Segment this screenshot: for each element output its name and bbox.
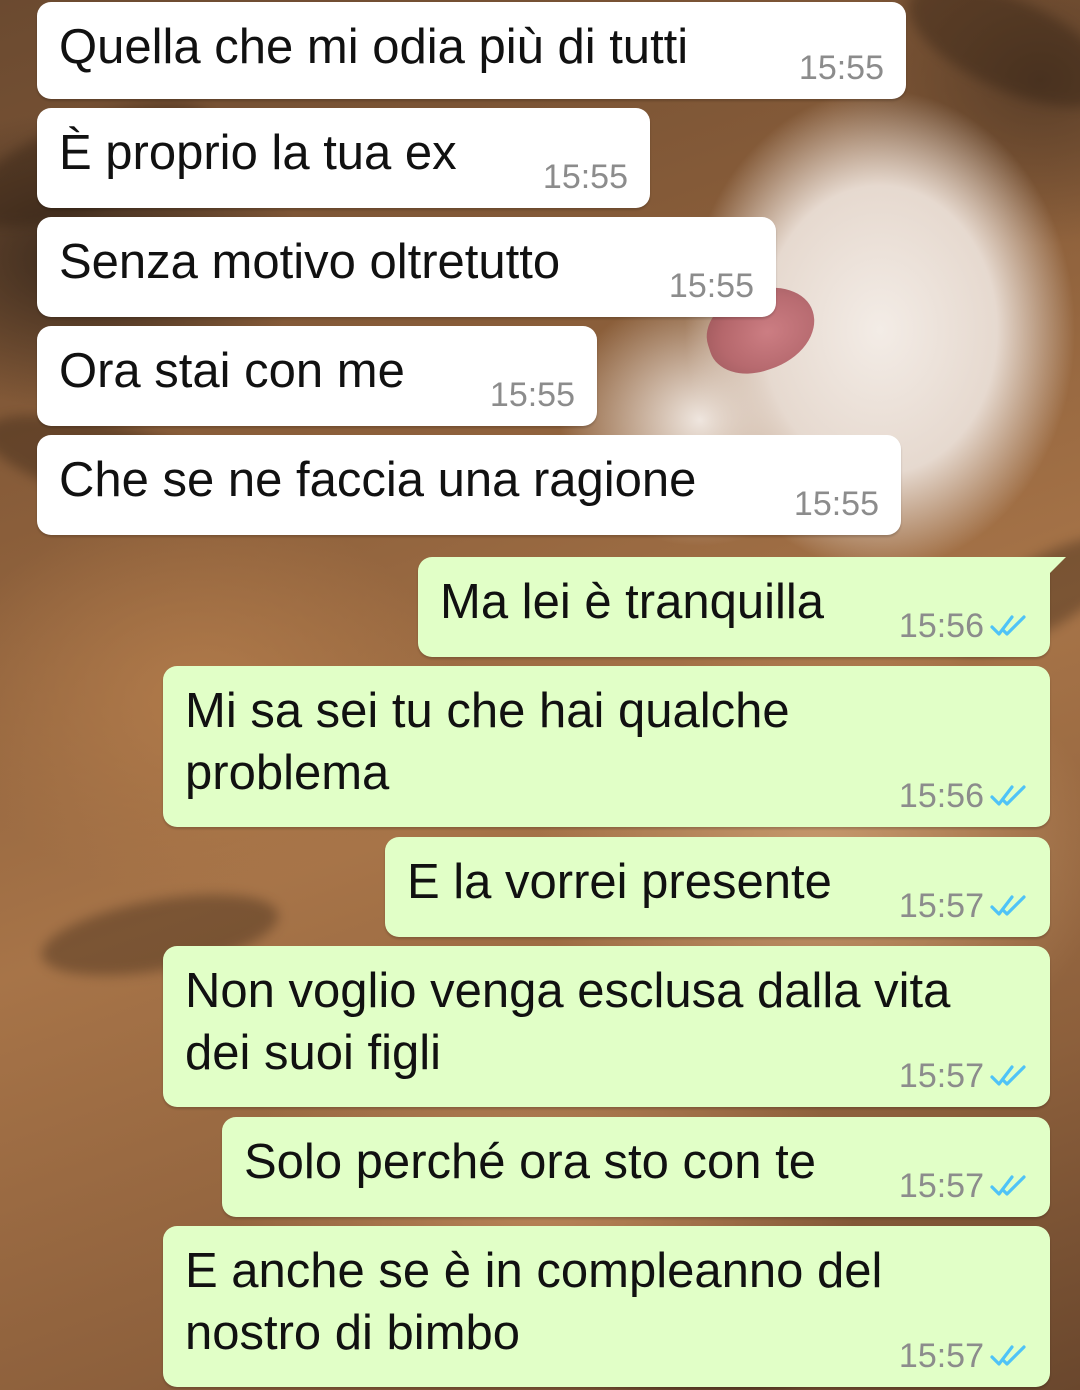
message-bubble-outgoing[interactable]: Ma lei è tranquilla 15:56 bbox=[418, 557, 1066, 657]
message-meta: 15:55 bbox=[490, 378, 575, 412]
message-text-line1: E anche se è in compleanno del bbox=[185, 1244, 883, 1298]
double-check-icon bbox=[990, 1065, 1026, 1086]
message-time: 15:57 bbox=[898, 887, 984, 925]
message-text-line1: Mi sa sei tu che hai qualche bbox=[185, 684, 790, 738]
message-meta: 15:56 bbox=[899, 609, 1028, 643]
message-text-line1: Non voglio venga esclusa dalla vita bbox=[185, 964, 951, 1018]
message-meta: 15:55 bbox=[794, 487, 879, 521]
message-time: 15:55 bbox=[542, 158, 628, 196]
message-meta: 15:57 bbox=[899, 1059, 1028, 1093]
message-meta: 15:55 bbox=[543, 160, 628, 194]
message-bubble-outgoing[interactable]: E la vorrei presente 15:57 bbox=[385, 837, 1050, 937]
message-bubble-outgoing[interactable]: E anche se è in compleanno del nostro di… bbox=[163, 1226, 1050, 1387]
message-meta: 15:57 bbox=[899, 1339, 1028, 1373]
message-text: Senza motivo oltretutto bbox=[59, 235, 561, 289]
message-time: 15:55 bbox=[489, 376, 575, 414]
message-time: 15:56 bbox=[898, 607, 984, 645]
message-bubble-incoming[interactable]: Senza motivo oltretutto 15:55 bbox=[37, 217, 776, 317]
message-time: 15:56 bbox=[898, 777, 984, 815]
message-meta: 15:55 bbox=[669, 269, 754, 303]
message-bubble-incoming[interactable]: Che se ne faccia una ragione 15:55 bbox=[37, 435, 901, 535]
double-check-icon bbox=[990, 895, 1026, 916]
double-check-icon bbox=[990, 1175, 1026, 1196]
double-check-icon bbox=[990, 615, 1026, 636]
double-check-icon bbox=[990, 1345, 1026, 1366]
message-time: 15:55 bbox=[668, 267, 754, 305]
message-bubble-incoming[interactable]: Ora stai con me 15:55 bbox=[37, 326, 597, 426]
message-text: Quella che mi odia più di tutti bbox=[59, 20, 689, 74]
message-meta: 15:55 bbox=[799, 51, 884, 85]
message-meta: 15:57 bbox=[899, 1169, 1028, 1203]
message-meta: 15:56 bbox=[899, 779, 1028, 813]
message-time: 15:57 bbox=[898, 1337, 984, 1375]
message-bubble-outgoing[interactable]: Mi sa sei tu che hai qualche problema 15… bbox=[163, 666, 1050, 827]
message-bubble-incoming[interactable]: Quella che mi odia più di tutti 15:55 bbox=[37, 2, 906, 99]
message-bubble-outgoing[interactable]: Solo perché ora sto con te 15:57 bbox=[222, 1117, 1050, 1217]
message-time: 15:57 bbox=[898, 1167, 984, 1205]
message-time: 15:55 bbox=[793, 485, 879, 523]
message-time: 15:57 bbox=[898, 1057, 984, 1095]
message-time: 15:55 bbox=[798, 49, 884, 87]
message-text: Che se ne faccia una ragione bbox=[59, 453, 697, 507]
double-check-icon bbox=[990, 785, 1026, 806]
message-bubble-outgoing[interactable]: Non voglio venga esclusa dalla vita dei … bbox=[163, 946, 1050, 1107]
message-meta: 15:57 bbox=[899, 889, 1028, 923]
bubble-tail bbox=[1044, 557, 1066, 579]
message-bubble-incoming[interactable]: È proprio la tua ex 15:55 bbox=[37, 108, 650, 208]
